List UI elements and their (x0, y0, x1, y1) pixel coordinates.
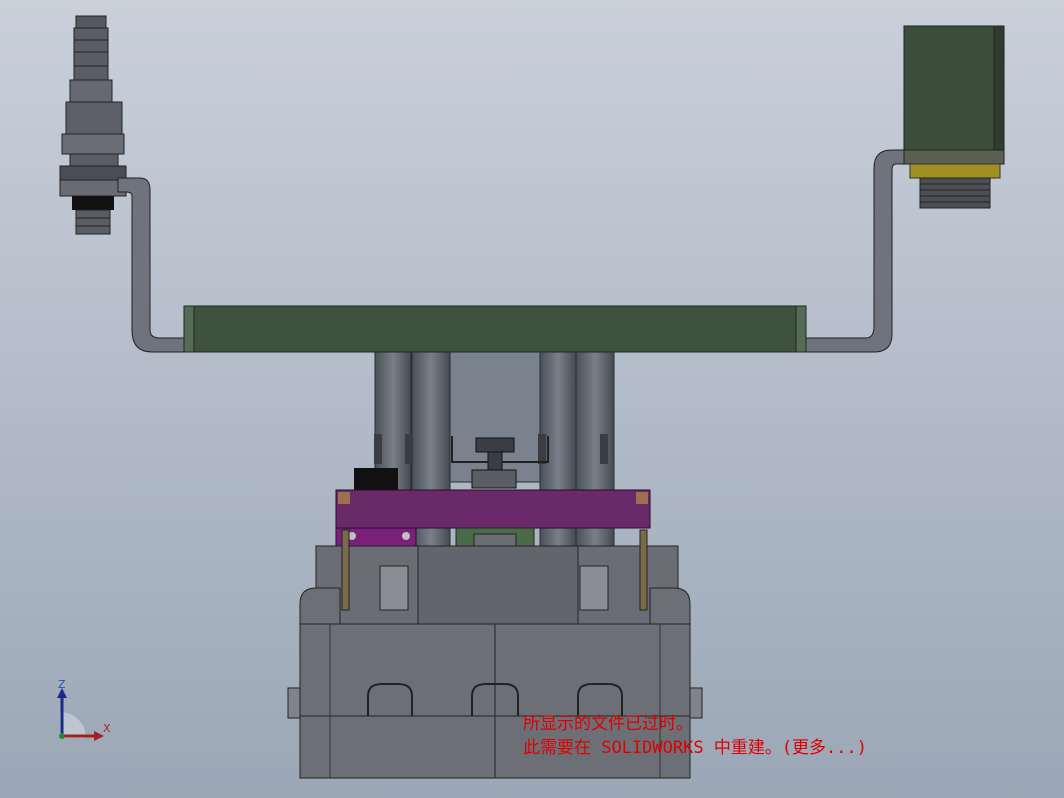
z-axis-label: Z (58, 678, 66, 691)
rebuild-warning-link[interactable]: 此需要在 SOLIDWORKS 中重建。(更多...) (523, 738, 867, 758)
rebuild-warning-line1: 所显示的文件已过时。 (523, 714, 693, 734)
model-viewport[interactable]: Z X 所显示的文件已过时。 此需要在 SOLIDWORKS 中重建。(更多..… (0, 0, 1064, 798)
x-axis-label: X (103, 722, 111, 735)
cad-model-view[interactable] (0, 0, 1064, 798)
top-plate[interactable] (183, 305, 807, 353)
